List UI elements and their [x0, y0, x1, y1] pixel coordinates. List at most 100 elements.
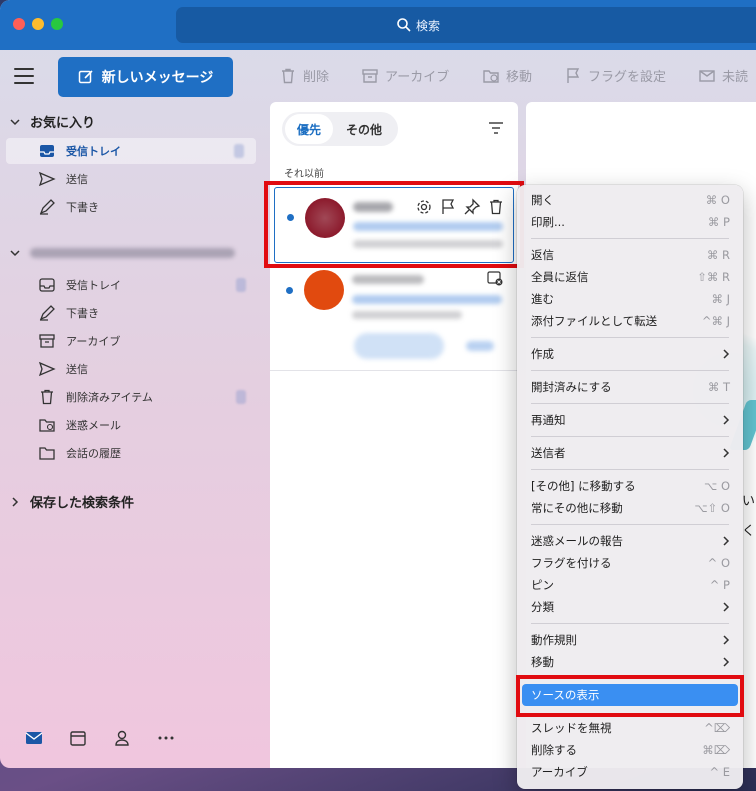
- calendar-icon[interactable]: [68, 728, 88, 748]
- new-message-button[interactable]: 新しいメッセージ: [58, 57, 233, 97]
- menu-item-archive[interactable]: アーカイブ ^ E: [522, 761, 738, 783]
- sidebar-item-label: 下書き: [66, 201, 99, 214]
- sidebar-item-drafts[interactable]: 下書き: [0, 300, 258, 326]
- send-icon: [38, 170, 56, 188]
- chevron-right-icon: [722, 634, 730, 646]
- chevron-down-icon: [8, 246, 22, 260]
- archive-icon: [361, 67, 379, 85]
- junk-icon: [38, 416, 56, 434]
- list-divider: [270, 370, 518, 371]
- delete-label: 削除: [303, 70, 330, 85]
- menu-item-snooze[interactable]: 再通知: [522, 409, 738, 431]
- menu-item-move[interactable]: 移動: [522, 651, 738, 673]
- flag-icon: [564, 67, 582, 85]
- sidebar-item-junk[interactable]: 迷惑メール: [0, 412, 258, 438]
- sidebar-item-label: 削除済みアイテム: [66, 391, 153, 404]
- draft-icon: [38, 198, 56, 216]
- menu-item-move-to-other[interactable]: [その他] に移動する ⌥ O: [522, 475, 738, 497]
- annotation-highlight-message: [264, 181, 524, 268]
- sidebar-item-label: アーカイブ: [66, 335, 121, 348]
- action-redacted: [466, 341, 494, 351]
- move-label: 移動: [506, 70, 533, 85]
- sender-name-redacted: [352, 275, 424, 284]
- compose-icon: [78, 69, 94, 85]
- inbox-icon: [38, 142, 56, 160]
- mail-icon[interactable]: [24, 728, 44, 748]
- chevron-down-icon: [8, 115, 22, 129]
- menu-item-always-move-to-other[interactable]: 常にその他に移動 ⌥⇧ O: [522, 497, 738, 519]
- envelope-icon: [698, 67, 716, 85]
- sidebar-item-favorites-sent[interactable]: 送信: [0, 166, 258, 192]
- favorites-title: お気に入り: [30, 116, 96, 131]
- menu-hamburger-icon[interactable]: [14, 68, 34, 84]
- chevron-right-icon: [722, 535, 730, 547]
- list-item[interactable]: [274, 265, 514, 369]
- menu-item-reply-all[interactable]: 全員に返信 ⇧⌘ R: [522, 266, 738, 288]
- sidebar-item-label: 下書き: [66, 307, 99, 320]
- saved-searches-header[interactable]: 保存した検索条件: [8, 492, 134, 511]
- sidebar-item-favorites-drafts[interactable]: 下書き: [0, 194, 258, 220]
- folder-sidebar: お気に入り 受信トレイ 送信 下書き 受信トレイ 下書き アーカイブ 送信 削除…: [0, 102, 262, 768]
- sidebar-item-archive[interactable]: アーカイブ: [0, 328, 258, 354]
- title-bar: 検索: [0, 0, 756, 50]
- avatar: [304, 270, 344, 310]
- delete-button[interactable]: 削除: [279, 66, 329, 85]
- menu-item-sender[interactable]: 送信者: [522, 442, 738, 464]
- menu-item-open[interactable]: 開く ⌘ O: [522, 189, 738, 211]
- move-button[interactable]: 移動: [482, 66, 532, 85]
- app-switcher: [0, 728, 262, 754]
- focused-other-tabs: 優先 その他: [282, 112, 398, 146]
- search-label: 検索: [416, 18, 441, 33]
- menu-item-reply[interactable]: 返信 ⌘ R: [522, 244, 738, 266]
- more-icon[interactable]: [156, 728, 176, 748]
- menu-item-flag[interactable]: フラグを付ける ^ O: [522, 552, 738, 574]
- search-bar[interactable]: 検索: [176, 7, 756, 43]
- minimize-window-button[interactable]: [32, 18, 44, 30]
- menu-item-ignore-thread[interactable]: スレッドを無視 ^⌦: [522, 717, 738, 739]
- sidebar-item-label: 送信: [66, 363, 88, 376]
- menu-item-mark-read[interactable]: 開封済みにする ⌘ T: [522, 376, 738, 398]
- menu-item-pin[interactable]: ピン ^ P: [522, 574, 738, 596]
- close-window-button[interactable]: [13, 18, 25, 30]
- menu-item-print[interactable]: 印刷... ⌘ P: [522, 211, 738, 233]
- menu-item-categorize[interactable]: 分類: [522, 596, 738, 618]
- search-icon: [396, 17, 412, 33]
- mark-unread-button[interactable]: 未読: [698, 66, 748, 85]
- sidebar-item-inbox[interactable]: 受信トレイ: [0, 272, 258, 298]
- reading-pane-text: く: [742, 524, 756, 539]
- unread-count-badge: [236, 278, 246, 292]
- unread-label: 未読: [722, 70, 749, 85]
- archive-label: アーカイブ: [385, 70, 450, 85]
- sidebar-item-label: 送信: [66, 173, 88, 186]
- people-icon[interactable]: [112, 728, 132, 748]
- sidebar-item-conversation-history[interactable]: 会話の履歴: [0, 440, 258, 466]
- menu-item-create[interactable]: 作成: [522, 343, 738, 365]
- unread-count-badge: [234, 144, 244, 158]
- tab-focused[interactable]: 優先: [285, 114, 333, 144]
- chevron-right-icon: [722, 348, 730, 360]
- menu-item-forward[interactable]: 進む ⌘ J: [522, 288, 738, 310]
- inbox-icon: [38, 276, 56, 294]
- archive-button[interactable]: アーカイブ: [361, 66, 449, 85]
- menu-item-forward-as-attachment[interactable]: 添付ファイルとして転送 ^⌘ J: [522, 310, 738, 332]
- account-name-redacted: [30, 248, 235, 258]
- reading-pane-text: い: [742, 494, 756, 509]
- zoom-window-button[interactable]: [51, 18, 63, 30]
- move-folder-icon: [482, 67, 500, 85]
- sidebar-item-deleted[interactable]: 削除済みアイテム: [0, 384, 258, 410]
- chevron-right-icon: [722, 447, 730, 459]
- menu-item-rules[interactable]: 動作規則: [522, 629, 738, 651]
- sidebar-item-label: 受信トレイ: [66, 279, 121, 292]
- unread-dot: [286, 287, 293, 294]
- chevron-right-icon: [722, 414, 730, 426]
- menu-item-delete[interactable]: 削除する ⌘⌦: [522, 739, 738, 761]
- tab-other[interactable]: その他: [333, 114, 395, 144]
- sidebar-item-sent[interactable]: 送信: [0, 356, 258, 382]
- flag-label: フラグを設定: [588, 70, 667, 85]
- menu-item-report-junk[interactable]: 迷惑メールの報告: [522, 530, 738, 552]
- filter-icon[interactable]: [488, 121, 504, 135]
- account-header[interactable]: [8, 246, 235, 260]
- favorites-header[interactable]: お気に入り: [8, 112, 95, 131]
- flag-button[interactable]: フラグを設定: [564, 66, 666, 85]
- sidebar-item-favorites-inbox[interactable]: 受信トレイ: [6, 138, 256, 164]
